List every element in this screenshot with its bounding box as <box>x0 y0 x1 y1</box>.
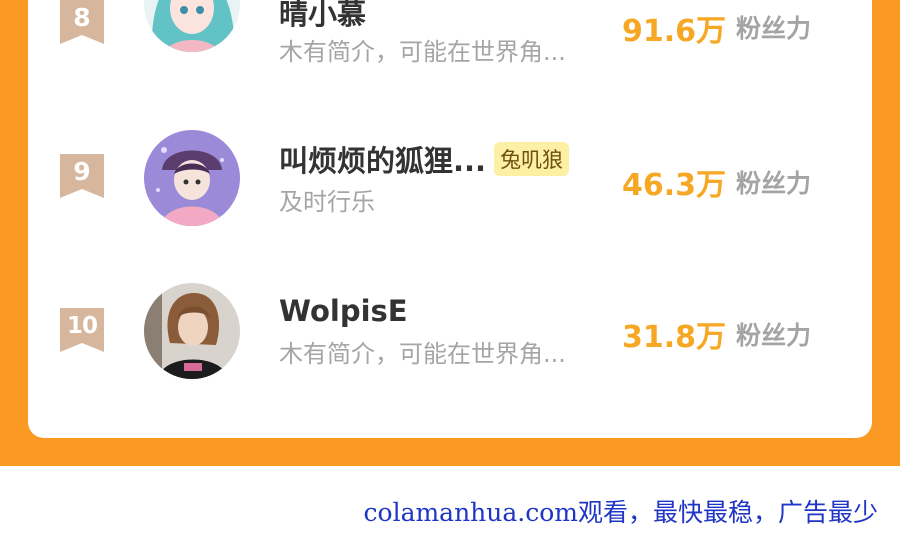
avatar[interactable] <box>144 283 240 379</box>
user-description: 木有简介，可能在世界角... <box>279 38 566 66</box>
ranking-card: 8 晴小慕 木有简介，可能在世界角... 91.6万 粉丝力 9 叫烦烦的狐狸.… <box>28 0 872 438</box>
ranking-row[interactable]: 9 叫烦烦的狐狸... 兔叽狼 及时行乐 46.3万 粉丝力 <box>28 124 872 234</box>
avatar[interactable] <box>144 0 240 52</box>
user-name[interactable]: 晴小慕 <box>279 0 366 33</box>
fan-count: 31.8万 <box>622 320 727 355</box>
rank-number: 8 <box>73 3 91 32</box>
avatar-image <box>144 283 240 379</box>
fan-label: 粉丝力 <box>736 14 812 43</box>
user-description: 及时行乐 <box>279 188 375 216</box>
name-line: WolpisE <box>279 291 408 331</box>
name-line: 晴小慕 <box>279 0 366 32</box>
avatar-image <box>144 0 240 52</box>
tag-badge: 兔叽狼 <box>494 142 570 176</box>
avatar[interactable] <box>144 130 240 226</box>
ranking-row[interactable]: 10 WolpisE 木有简介，可能在世界角... 31.8万 粉丝力 <box>28 276 872 386</box>
name-line: 叫烦烦的狐狸... 兔叽狼 <box>279 138 570 180</box>
rank-badge: 9 <box>60 154 104 198</box>
fan-count: 46.3万 <box>622 168 727 203</box>
rank-badge: 8 <box>60 0 104 44</box>
user-name[interactable]: 叫烦烦的狐狸... <box>279 138 486 180</box>
avatar-image <box>144 130 240 226</box>
fan-label: 粉丝力 <box>736 169 812 198</box>
fan-label: 粉丝力 <box>736 321 812 350</box>
user-description: 木有简介，可能在世界角... <box>279 340 566 368</box>
rank-badge: 10 <box>60 308 104 352</box>
rank-number: 10 <box>66 313 98 339</box>
fan-count: 91.6万 <box>622 14 727 49</box>
ranking-row[interactable]: 8 晴小慕 木有简介，可能在世界角... 91.6万 粉丝力 <box>28 0 872 76</box>
watermark-text: colamanhua.com观看，最快最稳，广告最少 <box>363 498 878 527</box>
user-name[interactable]: WolpisE <box>279 294 408 328</box>
rank-number: 9 <box>73 157 91 186</box>
